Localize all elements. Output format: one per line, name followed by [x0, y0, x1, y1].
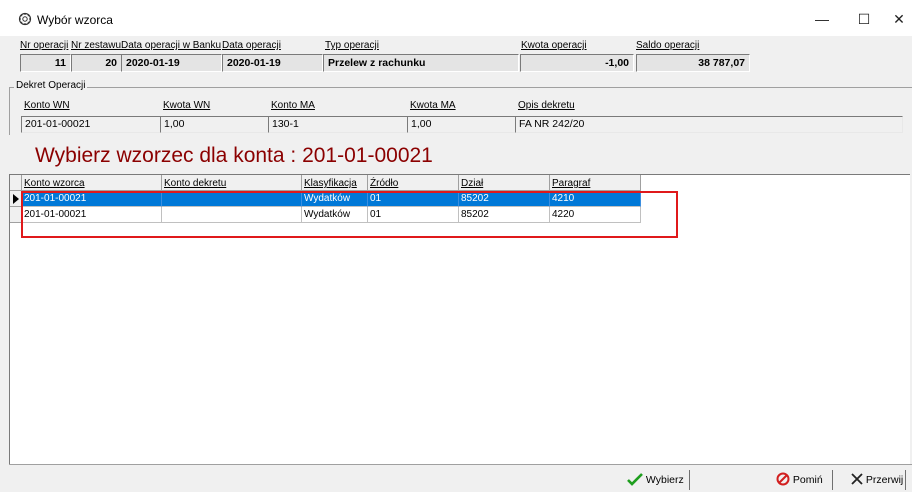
opis-dekretu-label: Opis dekretu	[518, 100, 575, 111]
grid-corner	[10, 175, 22, 191]
minimize-button[interactable]: —	[808, 8, 836, 30]
kwota-operacji-label: Kwota operacji	[521, 40, 587, 51]
close-button[interactable]: ✕	[886, 8, 912, 30]
typ-operacji-field[interactable]: Przelew z rachunku	[323, 54, 519, 72]
kwota-wn-field[interactable]: 1,00	[160, 116, 269, 133]
kwota-wn-label: Kwota WN	[163, 100, 211, 111]
dekret-group-title: Dekret Operacji	[14, 80, 88, 91]
konto-wn-label: Konto WN	[24, 100, 70, 111]
col-header-zrodlo[interactable]: Źródło	[368, 175, 459, 191]
title-bar: Wybór wzorca — ☐ ✕	[0, 0, 912, 36]
przerwij-label: Przerwij	[865, 474, 904, 486]
window-title: Wybór wzorca	[37, 13, 113, 27]
footer-separator	[689, 470, 690, 490]
typ-operacji-label: Typ operacji	[325, 40, 379, 51]
col-header-konto-wzorca[interactable]: Konto wzorca	[22, 175, 162, 191]
wybierz-button[interactable]: Wybierz	[627, 471, 684, 489]
wybierz-label: Wybierz	[645, 474, 684, 486]
col-header-paragraf[interactable]: Paragraf	[550, 175, 641, 191]
app-icon	[18, 12, 32, 26]
col-header-klasyfikacja[interactable]: Klasyfikacja	[302, 175, 368, 191]
pomin-label: Pomiń	[792, 474, 823, 486]
kwota-ma-label: Kwota MA	[410, 100, 456, 111]
footer-separator	[905, 470, 906, 490]
saldo-operacji-label: Saldo operacji	[636, 40, 700, 51]
nr-zestawu-label: Nr zestawu	[71, 40, 122, 51]
kwota-operacji-field[interactable]: -1,00	[520, 54, 634, 72]
konto-ma-field[interactable]: 130-1	[268, 116, 408, 133]
page-heading: Wybierz wzorzec dla konta : 201-01-00021	[35, 144, 433, 167]
konto-ma-label: Konto MA	[271, 100, 315, 111]
nr-operacji-field[interactable]: 11	[20, 54, 71, 72]
checkmark-icon	[627, 473, 643, 486]
col-header-konto-dekretu[interactable]: Konto dekretu	[162, 175, 302, 191]
data-operacji-w-banku-label: Data operacji w Banku	[121, 40, 222, 51]
maximize-button[interactable]: ☐	[850, 8, 878, 30]
kwota-ma-field[interactable]: 1,00	[407, 116, 516, 133]
prohibited-icon	[776, 472, 790, 486]
x-icon	[851, 473, 863, 485]
konto-wn-field[interactable]: 201-01-00021	[21, 116, 161, 133]
col-header-dzial[interactable]: Dział	[459, 175, 550, 191]
nr-operacji-label: Nr operacji	[20, 40, 69, 51]
data-operacji-w-banku-field[interactable]: 2020-01-19	[121, 54, 222, 72]
nr-zestawu-field[interactable]: 20	[71, 54, 122, 72]
opis-dekretu-field[interactable]: FA NR 242/20	[515, 116, 903, 133]
pomin-button[interactable]: Pomiń	[776, 471, 823, 489]
przerwij-button[interactable]: Przerwij	[851, 471, 903, 489]
data-operacji-label: Data operacji	[222, 40, 281, 51]
saldo-operacji-field[interactable]: 38 787,07	[636, 54, 750, 72]
footer-separator	[832, 470, 833, 490]
data-operacji-field[interactable]: 2020-01-19	[222, 54, 323, 72]
highlight-annotation	[21, 191, 678, 238]
